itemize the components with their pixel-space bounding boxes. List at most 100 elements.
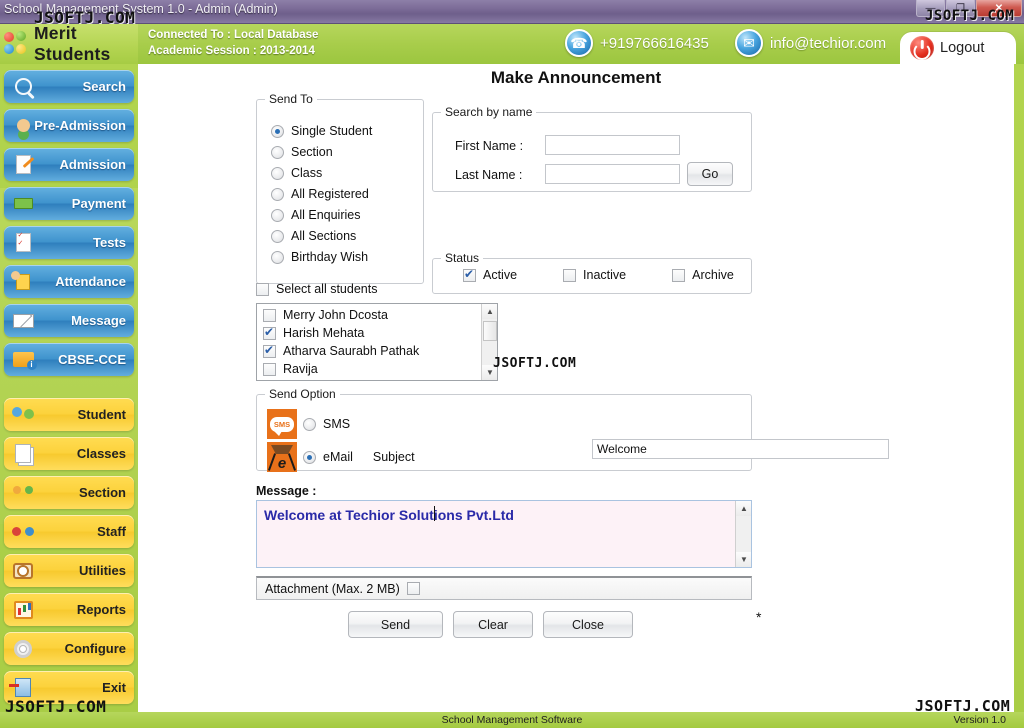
checkbox-icon xyxy=(263,308,276,322)
send-to-legend: Send To xyxy=(265,92,317,106)
status-group: Status Active Inactive Archive xyxy=(432,251,752,294)
action-buttons: Send Clear Close xyxy=(348,611,633,638)
main-content: Make Announcement Send To Single Student… xyxy=(138,64,1014,702)
radio-class[interactable]: Class xyxy=(271,166,372,180)
money-hand-icon xyxy=(8,189,38,218)
list-item[interactable]: Ravija xyxy=(257,360,481,378)
send-to-group: Send To Single Student Section Class All… xyxy=(256,92,424,284)
email-address: info@techior.com xyxy=(770,34,887,52)
sidebar-item-label: Classes xyxy=(76,446,126,461)
sidebar-item-admission[interactable]: Admission xyxy=(4,148,134,181)
radio-single-student[interactable]: Single Student xyxy=(271,124,372,138)
checkbox-active[interactable]: Active xyxy=(463,267,517,282)
checkbox-icon xyxy=(672,268,686,282)
sidebar-item-pre-admission[interactable]: Pre-Admission xyxy=(4,109,134,142)
minimize-button[interactable]: — xyxy=(916,0,945,17)
radio-label: All Registered xyxy=(291,187,369,201)
sidebar-item-staff[interactable]: Staff xyxy=(4,515,134,548)
radio-all-sections[interactable]: All Sections xyxy=(271,229,372,243)
radio-icon xyxy=(271,250,284,264)
checkbox-icon xyxy=(563,268,577,282)
logout-label: Logout xyxy=(940,40,985,56)
students-icon xyxy=(8,400,38,429)
list-item[interactable]: Atharva Saurabh Pathak xyxy=(257,342,481,360)
footer-center-text: School Management Software xyxy=(441,714,583,726)
sidebar-item-section[interactable]: Section xyxy=(4,476,134,509)
window-titlebar: School Management System 1.0 - Admin (Ad… xyxy=(0,0,1024,24)
scroll-up-icon[interactable]: ▲ xyxy=(736,501,751,516)
message-textarea[interactable]: Welcome at Techior Solutions Pvt.Ltd ▲ ▼ xyxy=(256,500,752,568)
student-list-scrollbar[interactable]: ▲ ▼ xyxy=(481,304,497,380)
phone-number: +919766616435 xyxy=(600,34,709,52)
send-option-group: Send Option SMS SMS e eMail Subject Welc… xyxy=(256,387,889,472)
checkbox-icon xyxy=(463,267,476,282)
list-item[interactable]: Harish Mehata xyxy=(257,324,481,342)
maximize-button[interactable]: ❐ xyxy=(946,0,975,17)
scroll-down-icon[interactable]: ▼ xyxy=(482,365,497,380)
radio-all-registered[interactable]: All Registered xyxy=(271,187,372,201)
clear-button[interactable]: Clear xyxy=(453,611,533,638)
sidebar-item-exit[interactable]: Exit xyxy=(4,671,134,704)
sidebar-item-student[interactable]: Student xyxy=(4,398,134,431)
radio-icon xyxy=(271,229,284,243)
sidebar-item-label: Exit xyxy=(102,680,126,695)
last-name-input[interactable] xyxy=(545,164,680,184)
radio-sms[interactable]: SMS xyxy=(303,417,350,431)
right-green-strip xyxy=(1014,64,1024,712)
sidebar-item-label: Section xyxy=(79,485,126,500)
sidebar-item-label: Reports xyxy=(76,602,126,617)
app-logo: Merit Students xyxy=(0,23,138,64)
checkbox-archive[interactable]: Archive xyxy=(672,268,734,282)
sidebar-item-label: Message xyxy=(71,313,126,328)
sidebar-item-label: Configure xyxy=(64,641,126,656)
footer-version-text: Version 1.0 xyxy=(953,714,1006,726)
window-title: School Management System 1.0 - Admin (Ad… xyxy=(4,2,278,16)
first-name-input[interactable] xyxy=(545,135,680,155)
radio-label: All Sections xyxy=(291,229,357,243)
sidebar-item-payment[interactable]: Payment xyxy=(4,187,134,220)
message-scrollbar[interactable]: ▲ ▼ xyxy=(735,501,751,567)
attachment-checkbox[interactable] xyxy=(406,582,420,595)
send-button[interactable]: Send xyxy=(348,611,443,638)
checkbox-icon xyxy=(263,343,276,358)
scroll-up-icon[interactable]: ▲ xyxy=(482,304,497,319)
scroll-down-icon[interactable]: ▼ xyxy=(736,552,751,567)
sidebar-item-classes[interactable]: Classes xyxy=(4,437,134,470)
send-option-legend: Send Option xyxy=(265,387,340,401)
email-label: eMail xyxy=(323,450,353,464)
student-list[interactable]: Merry John Dcosta Harish Mehata Atharva … xyxy=(256,303,498,381)
close-button[interactable]: ✕ xyxy=(976,0,1022,17)
go-button[interactable]: Go xyxy=(687,162,733,186)
attachment-bar[interactable]: Attachment (Max. 2 MB) xyxy=(256,576,752,600)
sidebar-item-search[interactable]: Search xyxy=(4,70,134,103)
sidebar-item-utilities[interactable]: Utilities xyxy=(4,554,134,587)
sidebar-item-tests[interactable]: Tests xyxy=(4,226,134,259)
checkbox-inactive[interactable]: Inactive xyxy=(563,268,626,282)
sidebar-item-cbse-cce[interactable]: CBSE-CCE xyxy=(4,343,134,376)
exit-door-icon xyxy=(8,673,38,702)
list-item[interactable]: Merry John Dcosta xyxy=(257,306,481,324)
radio-email[interactable]: eMail xyxy=(303,450,353,464)
phone-icon: ☎ xyxy=(565,29,593,57)
search-by-name-legend: Search by name xyxy=(441,105,537,119)
checkbox-icon xyxy=(263,325,276,340)
connection-info: Connected To : Local Database Academic S… xyxy=(148,27,318,59)
academic-session-text: Academic Session : 2013-2014 xyxy=(148,45,315,57)
scrollbar-thumb[interactable] xyxy=(483,321,497,341)
close-form-button[interactable]: Close xyxy=(543,611,633,638)
logout-button[interactable]: Logout xyxy=(900,32,1016,64)
select-all-students-checkbox[interactable]: Select all students xyxy=(256,282,377,296)
radio-section[interactable]: Section xyxy=(271,145,372,159)
checkbox-icon xyxy=(263,362,276,376)
radio-all-enquiries[interactable]: All Enquiries xyxy=(271,208,372,222)
subject-input[interactable] xyxy=(592,439,889,459)
sidebar-item-configure[interactable]: Configure xyxy=(4,632,134,665)
sidebar-item-reports[interactable]: Reports xyxy=(4,593,134,626)
sidebar-item-attendance[interactable]: Attendance xyxy=(4,265,134,298)
sidebar-item-label: Pre-Admission xyxy=(34,118,126,133)
sidebar-item-message[interactable]: Message xyxy=(4,304,134,337)
gear-icon xyxy=(8,634,38,663)
student-name: Merry John Dcosta xyxy=(283,308,388,322)
radio-birthday-wish[interactable]: Birthday Wish xyxy=(271,250,372,264)
sidebar-item-label: Tests xyxy=(93,235,126,250)
